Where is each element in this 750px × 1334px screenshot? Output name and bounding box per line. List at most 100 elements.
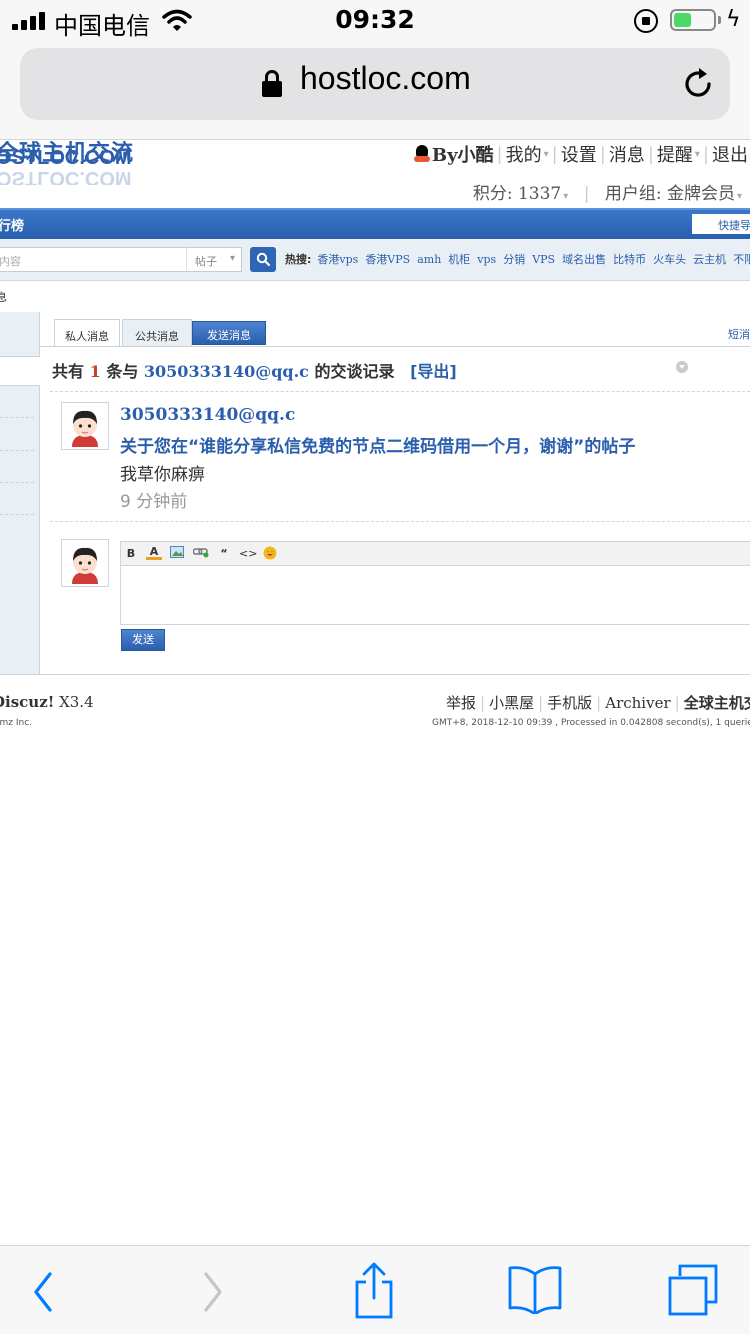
bold-button[interactable]: B — [123, 546, 139, 562]
quick-nav-button[interactable]: 快捷导 — [692, 214, 750, 234]
hot-term[interactable]: 域名出售 — [562, 253, 606, 266]
footer-link-archiver[interactable]: Archiver — [605, 694, 670, 712]
sidebar — [0, 312, 40, 674]
sidebar-divider — [0, 514, 34, 515]
nav-settings[interactable]: 设置 — [561, 141, 597, 167]
link-icon — [192, 548, 209, 558]
image-icon — [170, 546, 184, 558]
nav-ranking[interactable]: 行榜 — [0, 215, 24, 234]
hot-term[interactable]: 不限 — [733, 253, 750, 266]
sidebar-item-selected[interactable] — [0, 356, 40, 386]
hot-term[interactable]: 云主机 — [693, 253, 726, 266]
smiley-icon — [263, 546, 277, 560]
sms-link[interactable]: 短消 — [728, 326, 750, 342]
tab-public-messages[interactable]: 公共消息 — [122, 319, 192, 347]
nav-logout[interactable]: 退出 — [712, 141, 748, 167]
hot-term[interactable]: vps — [477, 253, 496, 266]
footer-links: 举报|小黑屋|手机版|Archiver|全球主机交 — [446, 692, 750, 713]
search-scope-select[interactable]: 帖子 — [186, 247, 242, 272]
divider — [50, 391, 750, 392]
send-message-button[interactable]: 发送消息 — [192, 321, 266, 345]
reply-textarea[interactable] — [121, 566, 750, 624]
nav-my[interactable]: 我的 — [506, 141, 542, 167]
chevron-down-icon: ▾ — [694, 148, 700, 160]
site-logo[interactable]: 全球主机交流 OSTLOC.COM OSTLOC.COM — [0, 141, 146, 185]
nav-messages[interactable]: 消息 — [609, 141, 645, 167]
conversation-summary: 共有 1 条与 3050333140@qq.c 的交谈记录 [导出] — [52, 362, 457, 381]
link-button[interactable] — [192, 546, 209, 562]
footer-link-blacklist[interactable]: 小黑屋 — [489, 694, 534, 712]
nav-notifications[interactable]: 提醒 — [657, 141, 693, 167]
avatar-icon — [64, 542, 106, 584]
avatar-icon — [64, 405, 106, 447]
orientation-lock-icon — [634, 9, 658, 33]
search-input[interactable]: 内容 — [0, 247, 188, 272]
font-color-button[interactable]: A — [146, 546, 162, 560]
hot-term[interactable]: 香港VPS — [365, 253, 410, 266]
divider — [50, 521, 750, 522]
user-nav: By小酷 | 我的 ▾ | 设置 | 消息 | 提醒 ▾ | 退出 — [413, 141, 748, 166]
message-sender[interactable]: 3050333140@qq.c — [120, 405, 295, 425]
sidebar-divider — [0, 450, 34, 451]
footer-link-report[interactable]: 举报 — [446, 694, 476, 712]
status-bar: 中国电信 09:32 ϟ — [0, 0, 750, 40]
hot-term[interactable]: 比特币 — [613, 253, 646, 266]
collapse-icon[interactable] — [676, 361, 688, 373]
address-bar-area: hostloc.com — [0, 40, 750, 140]
debug-info: GMT+8, 2018-12-10 09:39 , Processed in 0… — [432, 718, 750, 728]
username-link[interactable]: By小酷 — [432, 141, 494, 167]
lock-icon — [262, 70, 282, 98]
hot-term[interactable]: 分销 — [503, 253, 525, 266]
breadcrumb[interactable]: 息 — [0, 289, 7, 305]
footer-link-site[interactable]: 全球主机交 — [684, 694, 750, 712]
chevron-down-icon: ▾ — [563, 191, 569, 202]
hot-term[interactable]: 火车头 — [653, 253, 686, 266]
footer-divider — [0, 674, 750, 675]
message-time: 9 分钟前 — [120, 492, 188, 512]
send-button[interactable]: 发送 — [121, 629, 165, 651]
reload-icon[interactable] — [680, 66, 716, 102]
sidebar-divider — [0, 482, 34, 483]
quote-button[interactable]: “ — [216, 546, 232, 562]
chevron-down-icon: ▾ — [736, 191, 742, 202]
conversation-user-link[interactable]: 3050333140@qq.c — [144, 362, 309, 381]
address-bar[interactable]: hostloc.com — [20, 48, 730, 120]
reply-editor: B A “ <> — [120, 541, 750, 625]
share-icon[interactable] — [350, 1262, 398, 1320]
footer-link-mobile[interactable]: 手机版 — [547, 694, 592, 712]
hot-term[interactable]: amh — [417, 253, 441, 266]
powered-by: Discuz! X3.4 — [0, 693, 94, 711]
battery-icon — [670, 9, 716, 31]
battery-tip — [718, 16, 721, 24]
image-button[interactable] — [169, 546, 185, 562]
message-count: 1 — [89, 362, 101, 381]
points-link[interactable]: 积分: 1337 — [473, 184, 561, 204]
back-icon[interactable] — [28, 1262, 60, 1312]
hot-term[interactable]: 机柜 — [448, 253, 470, 266]
tabs-divider — [40, 346, 750, 347]
main-nav: 行榜 快捷导 — [0, 208, 750, 239]
export-link[interactable]: [导出] — [410, 362, 457, 381]
smiley-button[interactable] — [262, 546, 278, 562]
tabs-icon[interactable] — [666, 1262, 722, 1318]
message-subject[interactable]: 关于您在“谁能分享私信免费的节点二维码借用一个月，谢谢”的帖子 — [120, 432, 635, 457]
my-avatar[interactable] — [61, 539, 109, 587]
bookmarks-icon[interactable] — [507, 1262, 563, 1314]
user-info: 积分: 1337 ▾ | 用户组: 金牌会员 ▾ — [472, 184, 742, 204]
url-text: hostloc.com — [300, 60, 471, 96]
usergroup-link[interactable]: 用户组: 金牌会员 — [605, 184, 735, 204]
hot-term[interactable]: 香港vps — [317, 253, 358, 266]
battery-level — [674, 13, 691, 27]
chevron-down-icon: ▾ — [543, 148, 549, 160]
sender-avatar[interactable] — [61, 402, 109, 450]
search-icon — [256, 252, 270, 266]
search-button[interactable] — [250, 247, 276, 272]
code-button[interactable]: <> — [239, 546, 257, 562]
discuz-link[interactable]: Discuz! — [0, 693, 54, 711]
tab-private-messages[interactable]: 私人消息 — [54, 319, 120, 347]
message-body: 我草你麻痹 — [120, 465, 205, 485]
forward-icon[interactable] — [196, 1262, 228, 1312]
hot-term[interactable]: VPS — [532, 253, 555, 266]
company-text: omz Inc. — [0, 718, 33, 728]
charging-icon: ϟ — [726, 7, 741, 32]
